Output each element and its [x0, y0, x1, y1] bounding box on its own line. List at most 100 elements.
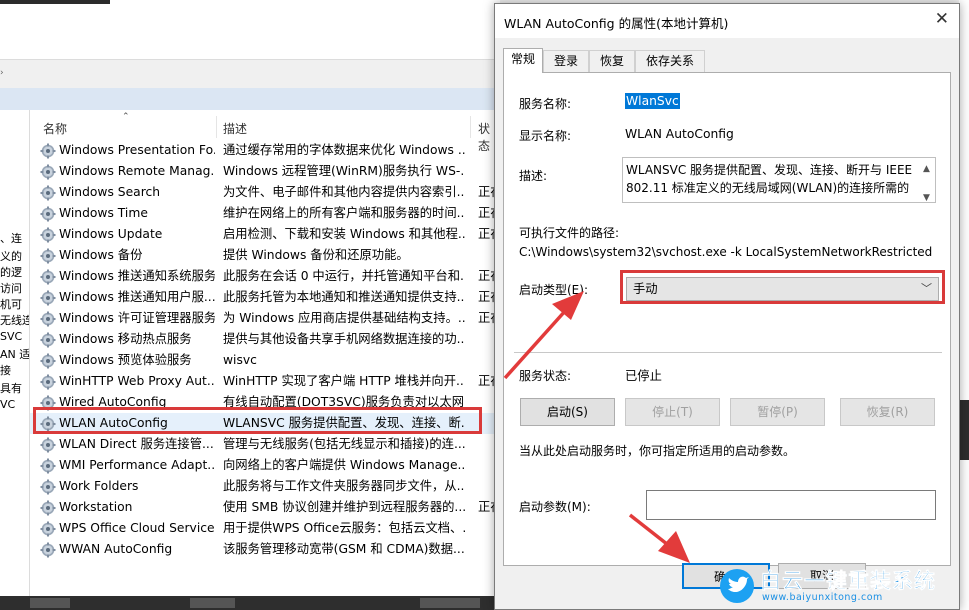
- service-name: Windows 移动热点服务: [59, 332, 192, 346]
- service-description: 提供 Windows 备份和还原功能。: [223, 248, 409, 262]
- service-gear-icon: [40, 143, 56, 159]
- service-name: Windows Update: [59, 227, 163, 241]
- service-name: WPS Office Cloud Service: [59, 521, 215, 535]
- service-description: 向网络上的客户端提供 Windows Manage...: [223, 458, 465, 472]
- sort-arrow-icon: ⌃: [122, 112, 130, 122]
- service-gear-icon: [40, 269, 56, 285]
- pause-button[interactable]: 暂停(P): [730, 398, 825, 426]
- column-header-description[interactable]: 描述: [223, 120, 247, 137]
- properties-dialog: WLAN AutoConfig 的属性(本地计算机) ✕ 常规 登录 恢复 依存…: [494, 3, 960, 610]
- column-header-name[interactable]: 名称: [43, 120, 67, 137]
- exec-path-label: 可执行文件的路径:: [519, 226, 620, 240]
- service-description: 管理与无线服务(包括无线显示和插接)的连...: [223, 437, 465, 451]
- service-name: Work Folders: [59, 479, 139, 493]
- description-textbox[interactable]: WLANSVC 服务提供配置、发现、连接、断开与 IEEE 802.11 标准定…: [622, 157, 936, 203]
- service-name: Windows Presentation Fo...: [59, 143, 215, 157]
- table-row[interactable]: Workstation使用 SMB 协议创建并维护到远程服务器的...正在: [30, 497, 500, 518]
- service-gear-icon: [40, 542, 56, 558]
- service-description: wisvc: [223, 353, 257, 367]
- taskbar-strip: [0, 596, 500, 610]
- table-row[interactable]: Work Folders 此服务将与工作文件夹服务器同步文件，从...: [30, 476, 500, 497]
- table-row[interactable]: Windows Presentation Fo... 通过缓存常用的字体数据来优化…: [30, 140, 500, 161]
- table-row[interactable]: Windows Remote Manag... Windows 远程管理(WinR…: [30, 161, 500, 182]
- table-row[interactable]: WMI Performance Adapt... 向网络上的客户端提供 Windo…: [30, 455, 500, 476]
- table-row[interactable]: Windows 备份 提供 Windows 备份和还原功能。: [30, 245, 500, 266]
- table-row[interactable]: Windows 推送通知系统服务 此服务在会话 0 中运行，并托管通知平台和...…: [30, 266, 500, 287]
- service-name: Workstation: [59, 500, 133, 514]
- column-separator[interactable]: [216, 116, 217, 138]
- tab-general[interactable]: 常规: [503, 48, 543, 73]
- service-gear-icon: [40, 374, 56, 390]
- scroll-down-icon[interactable]: ▼: [923, 189, 930, 202]
- description-scrollbar[interactable]: ▲ ▼: [919, 158, 935, 202]
- service-description: 该服务管理移动宽带(GSM 和 CDMA)数据...: [223, 542, 465, 556]
- service-name: WWAN AutoConfig: [59, 542, 173, 556]
- close-icon[interactable]: ✕: [935, 9, 949, 29]
- table-row[interactable]: Windows Update 启用检测、下载和安装 Windows 和其他程...…: [30, 224, 500, 245]
- bird-logo-icon: [720, 569, 754, 603]
- dialog-titlebar[interactable]: WLAN AutoConfig 的属性(本地计算机) ✕: [495, 4, 959, 38]
- exec-path-value[interactable]: C:\Windows\system32\svchost.exe -k Local…: [519, 245, 932, 259]
- service-description-pane: 、连 义的 的逻 访问 机可 无线连 SVC AN 适 接 具有 VC: [0, 110, 30, 610]
- table-row[interactable]: Windows 移动热点服务 提供与其他设备共享手机网络数据连接的功...: [30, 329, 500, 350]
- start-button[interactable]: 启动(S): [520, 398, 615, 426]
- service-name: WinHTTP Web Proxy Aut...: [59, 374, 215, 388]
- service-description: 用于提供WPS Office云服务：包括云文档、...: [223, 521, 465, 535]
- watermark: 白云一键重装系统 www.baiyunxitong.com: [720, 563, 960, 608]
- background-tab-band: [0, 88, 500, 110]
- start-params-input[interactable]: [646, 490, 936, 520]
- service-gear-icon: [40, 458, 56, 474]
- table-row[interactable]: WPS Office Cloud Service 用于提供WPS Office云服…: [30, 518, 500, 539]
- service-description: 启用检测、下载和安装 Windows 和其他程...: [223, 227, 465, 241]
- service-name: Windows 备份: [59, 248, 143, 262]
- table-row[interactable]: Windows Search为文件、电子邮件和其他内容提供内容索引...正在: [30, 182, 500, 203]
- table-row[interactable]: Windows 许可证管理器服务为 Windows 应用商店提供基础结构支持。.…: [30, 308, 500, 329]
- left-pane-text: 具有: [0, 382, 22, 395]
- stop-button[interactable]: 停止(T): [625, 398, 720, 426]
- service-description: 此服务在会话 0 中运行，并托管通知平台和...: [223, 269, 465, 283]
- table-row[interactable]: Windows 预览体验服务 wisvc: [30, 350, 500, 371]
- service-gear-icon: [40, 311, 56, 327]
- dialog-title: WLAN AutoConfig 的属性(本地计算机): [504, 16, 729, 31]
- scroll-up-icon[interactable]: ▲: [923, 160, 930, 178]
- background-toolbar-area: [0, 4, 500, 60]
- service-description: 通过缓存常用的字体数据来优化 Windows ...: [223, 143, 465, 157]
- right-window-edge: [959, 0, 969, 610]
- tab-recovery[interactable]: 恢复: [589, 50, 635, 72]
- table-row[interactable]: Windows Time维护在网络上的所有客户端和服务器的时间...正在: [30, 203, 500, 224]
- table-row[interactable]: Windows 推送通知用户服... 此服务托管为本地通知和推送通知提供支持...…: [30, 287, 500, 308]
- services-list-header: ⌃ 名称 描述 状态: [30, 110, 500, 153]
- display-name-value[interactable]: WLAN AutoConfig: [625, 127, 734, 141]
- table-row[interactable]: WinHTTP Web Proxy Aut... WinHTTP 实现了客户端 H…: [30, 371, 500, 392]
- tab-dependencies[interactable]: 依存关系: [635, 50, 705, 72]
- left-pane-text: VC: [0, 398, 16, 411]
- service-description: Windows 远程管理(WinRM)服务执行 WS-...: [223, 164, 465, 178]
- column-separator[interactable]: [470, 116, 471, 138]
- start-params-label: 启动参数(M):: [519, 500, 591, 514]
- resume-button[interactable]: 恢复(R): [840, 398, 935, 426]
- left-pane-text: 、连: [0, 232, 22, 245]
- table-row[interactable]: WWAN AutoConfig 该服务管理移动宽带(GSM 和 CDMA)数据..…: [30, 539, 500, 560]
- service-description: 为 Windows 应用商店提供基础结构支持。...: [223, 311, 465, 325]
- section-divider: [514, 352, 942, 353]
- service-gear-icon: [40, 437, 56, 453]
- startup-type-label: 启动类型(E):: [519, 283, 588, 297]
- table-row[interactable]: WLAN Direct 服务连接管... 管理与无线服务(包括无线显示和插接)的连…: [30, 434, 500, 455]
- service-name: Windows 推送通知系统服务: [59, 269, 215, 283]
- service-name: Windows 推送通知用户服...: [59, 290, 215, 304]
- service-gear-icon: [40, 185, 56, 201]
- tab-logon[interactable]: 登录: [543, 50, 589, 72]
- watermark-url: www.baiyunxitong.com: [762, 592, 883, 603]
- service-gear-icon: [40, 290, 56, 306]
- service-name: Windows Time: [59, 206, 148, 220]
- left-pane-text: 无线连: [0, 314, 30, 327]
- left-pane-text: SVC: [0, 330, 23, 343]
- display-name-label: 显示名称:: [519, 129, 572, 143]
- service-status-value: 已停止: [625, 369, 662, 383]
- service-gear-icon: [40, 353, 56, 369]
- service-name-value[interactable]: WlanSvc: [625, 93, 680, 109]
- service-gear-icon: [40, 248, 56, 264]
- service-name: Windows 许可证管理器服务: [59, 311, 215, 325]
- service-gear-icon: [40, 332, 56, 348]
- service-gear-icon: [40, 164, 56, 180]
